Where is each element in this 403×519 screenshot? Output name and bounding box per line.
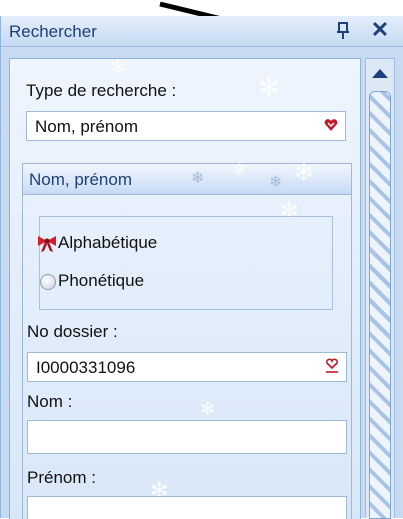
- name-search-group: Nom, prénom ❄ ❄ ❄ ❄ Alphabétique Phonéti…: [22, 158, 352, 519]
- nom-label: Nom :: [27, 392, 73, 411]
- dossier-value: I0000331096: [36, 358, 136, 377]
- prenom-input[interactable]: [27, 496, 347, 519]
- snowflake-decoration: ✻: [258, 73, 280, 103]
- snowflake-decoration: ✻: [110, 58, 126, 78]
- search-type-select[interactable]: Nom, prénom: [26, 111, 346, 141]
- scrollbar-thumb[interactable]: [369, 91, 391, 519]
- option-alphabetique[interactable]: Alphabétique: [58, 233, 157, 253]
- prenom-label: Prénom :: [27, 468, 96, 487]
- nom-input[interactable]: [27, 420, 347, 454]
- search-type-label: Type de recherche :: [26, 81, 177, 100]
- group-header[interactable]: Nom, prénom ❄ ❄ ❄ ❄: [23, 158, 351, 195]
- panel-titlebar: Rechercher ✕: [1, 16, 403, 47]
- red-bow-icon[interactable]: [36, 235, 58, 253]
- radio-phonetique[interactable]: [40, 274, 56, 290]
- dossier-label: No dossier :: [27, 322, 118, 341]
- snowflake-decoration: ❄: [269, 172, 283, 191]
- option-phonetique[interactable]: Phonétique: [58, 271, 144, 291]
- vertical-scrollbar[interactable]: [365, 58, 395, 519]
- search-form: ✻ ✻ ✻ ✻ ✻ ✻ Type de recherche : Nom, pré…: [9, 58, 361, 519]
- snowflake-decoration: ❄: [293, 158, 315, 188]
- search-mode-options: Alphabétique Phonétique: [36, 216, 333, 310]
- heart-dropdown-icon[interactable]: [323, 117, 339, 133]
- close-icon[interactable]: ✕: [368, 18, 392, 42]
- scroll-up-arrow-icon[interactable]: [372, 69, 388, 78]
- search-type-value: Nom, prénom: [35, 117, 138, 136]
- dossier-input[interactable]: I0000331096: [27, 352, 347, 382]
- snowflake-decoration: ❄: [233, 160, 247, 179]
- panel-title: Rechercher: [9, 22, 97, 41]
- pin-icon[interactable]: [334, 21, 352, 41]
- search-panel: Rechercher ✕ ✻ ✻ ✻ ✻ ✻ ✻ Type de recherc…: [0, 16, 403, 519]
- group-header-label: Nom, prénom: [29, 170, 132, 189]
- heart-clear-icon[interactable]: [324, 358, 340, 374]
- snowflake-decoration: ❄: [191, 168, 205, 187]
